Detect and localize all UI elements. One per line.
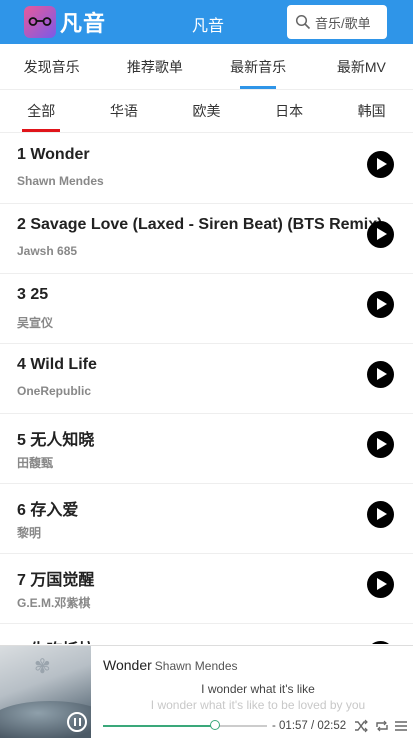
app-logo[interactable]: 凡音	[24, 4, 108, 40]
song-title: 7 万国觉醒	[17, 572, 95, 589]
tab-new-mv[interactable]: 最新MV	[310, 44, 413, 89]
song-artist: 田馥甄	[17, 456, 54, 470]
subtab-western[interactable]: 欧美	[165, 90, 248, 132]
page-title: 凡音	[191, 18, 224, 35]
list-item[interactable]: 1 Wonder Shawn Mendes	[0, 134, 413, 204]
logo-text: 凡音	[60, 12, 107, 37]
app-header: 凡音 凡音 音乐/歌单	[0, 0, 413, 44]
subtab-all[interactable]: 全部	[0, 90, 83, 132]
subtab-korea[interactable]: 韩国	[330, 90, 413, 132]
play-icon[interactable]	[367, 571, 394, 598]
song-title: 8 生吃抵拉	[17, 636, 94, 644]
tab-new-music[interactable]: 最新音乐	[207, 44, 310, 89]
play-icon[interactable]	[367, 291, 394, 318]
list-item[interactable]: 7 万国觉醒 G.E.M.邓紫棋	[0, 554, 413, 624]
song-title: 3 25	[17, 286, 49, 303]
song-artist: OneRepublic	[17, 384, 92, 398]
play-icon[interactable]	[367, 501, 394, 528]
search-icon	[295, 14, 311, 30]
list-item[interactable]: 8 生吃抵拉	[0, 624, 413, 644]
song-artist: G.E.M.邓紫棋	[17, 596, 91, 610]
now-playing-artist: Shawn Mendes	[154, 659, 238, 673]
song-title: 6 存入爱	[17, 502, 79, 519]
list-item[interactable]: 2 Savage Love (Laxed - Siren Beat) (BTS …	[0, 204, 413, 274]
cover-art-icon: ✾	[34, 656, 51, 678]
playback-time: - 01:57 / 02:52	[272, 720, 347, 732]
main-tabs: 发现音乐 推荐歌单 最新音乐 最新MV	[0, 44, 413, 90]
play-icon[interactable]	[367, 641, 394, 644]
song-artist: Jawsh 685	[17, 244, 78, 258]
search-placeholder: 音乐/歌单	[315, 15, 371, 31]
shuffle-icon[interactable]	[354, 719, 368, 733]
list-item[interactable]: 6 存入爱 黎明	[0, 484, 413, 554]
region-tabs: 全部 华语 欧美 日本 韩国	[0, 90, 413, 133]
song-artist: 黎明	[17, 526, 42, 540]
logo-glasses-icon	[24, 6, 56, 38]
play-icon[interactable]	[367, 221, 394, 248]
repeat-icon[interactable]	[375, 719, 389, 733]
pause-icon[interactable]	[67, 712, 87, 732]
lyric-next: I wonder what it's like to be loved by y…	[150, 698, 366, 712]
song-list: 1 Wonder Shawn Mendes 2 Savage Love (Lax…	[0, 134, 413, 644]
song-artist: Shawn Mendes	[17, 174, 104, 188]
album-cover[interactable]: ✾	[0, 646, 91, 738]
player-bar: ✾ Wonder Shawn Mendes I wonder what it's …	[0, 645, 413, 738]
list-item[interactable]: 4 Wild Life OneRepublic	[0, 344, 413, 414]
song-title: 1 Wonder	[17, 146, 90, 163]
song-artist: 吴宣仪	[17, 316, 54, 330]
tab-discover[interactable]: 发现音乐	[0, 44, 103, 89]
play-icon[interactable]	[367, 361, 394, 388]
playlist-icon[interactable]	[394, 719, 408, 733]
search-button[interactable]: 音乐/歌单	[287, 5, 387, 39]
song-title: 4 Wild Life	[17, 356, 97, 373]
subtab-japan[interactable]: 日本	[248, 90, 331, 132]
progress-bar[interactable]	[103, 720, 267, 730]
song-title: 5 无人知晓	[17, 432, 95, 449]
now-playing-title: Wonder	[103, 657, 152, 673]
progress-fill	[103, 725, 215, 727]
subtab-chinese[interactable]: 华语	[83, 90, 166, 132]
progress-handle[interactable]	[209, 720, 220, 730]
play-icon[interactable]	[367, 431, 394, 458]
list-item[interactable]: 5 无人知晓 田馥甄	[0, 414, 413, 484]
song-title: 2 Savage Love (Laxed - Siren Beat) (BTS …	[17, 216, 383, 233]
tab-recommended-playlists[interactable]: 推荐歌单	[103, 44, 206, 89]
lyric-current: I wonder what it's like	[201, 682, 315, 696]
play-icon[interactable]	[367, 151, 394, 178]
now-playing: Wonder Shawn Mendes	[103, 657, 238, 673]
list-item[interactable]: 3 25 吴宣仪	[0, 274, 413, 344]
